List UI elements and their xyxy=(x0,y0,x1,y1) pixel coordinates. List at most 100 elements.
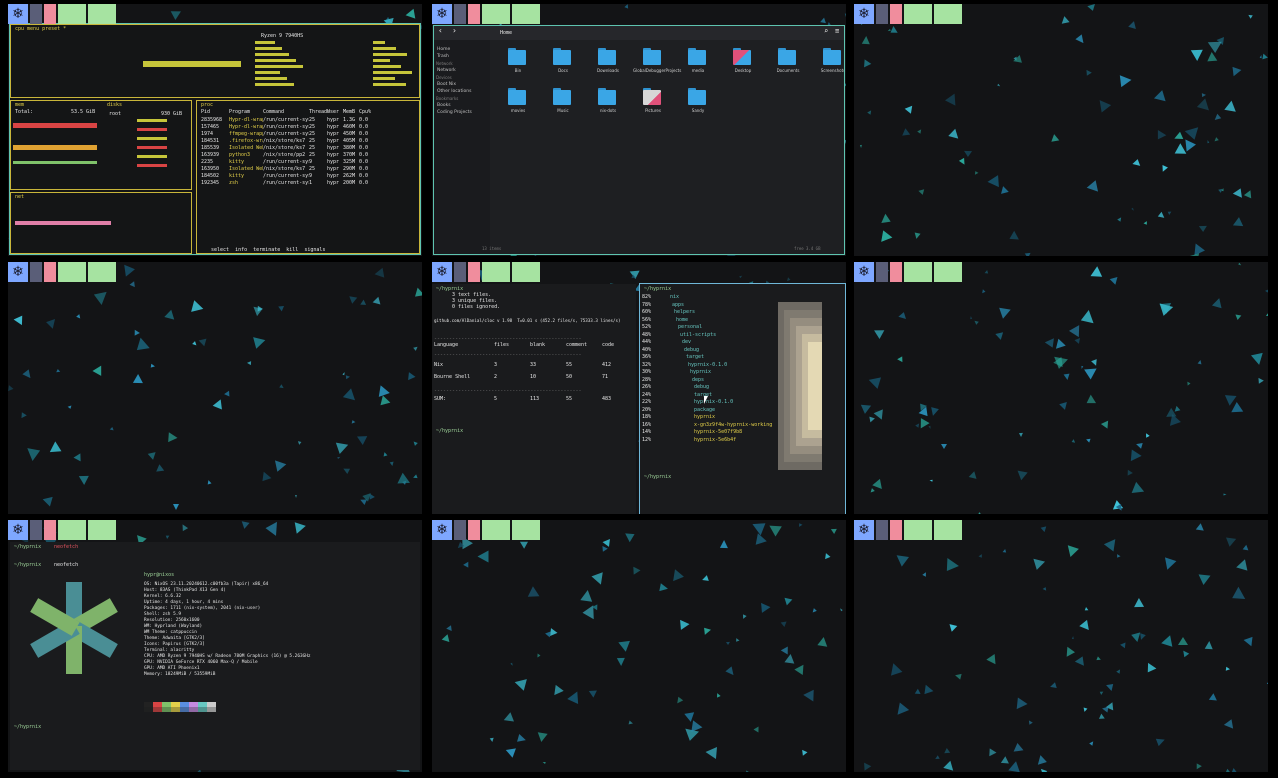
bar-module-3[interactable] xyxy=(482,4,510,24)
bar-module-1[interactable] xyxy=(454,262,466,282)
bar-module-2[interactable] xyxy=(44,4,56,24)
bar-module-1[interactable] xyxy=(30,4,42,24)
workspace-8[interactable]: ❄ xyxy=(432,520,846,772)
folder-icon[interactable] xyxy=(553,48,571,66)
table-row[interactable]: 184531 .firefox-wrappe/nix/store/ks725 hyp… xyxy=(201,138,373,144)
folder-icon[interactable] xyxy=(508,88,526,106)
folder-icon[interactable] xyxy=(508,48,526,66)
workspace-2[interactable]: ❄ ‹ › Home ⌕ ≡ Home Trash Network Network Devices B… xyxy=(432,4,846,256)
folder-icon[interactable] xyxy=(823,48,841,66)
nix-snowflake-icon[interactable]: ❄ xyxy=(8,262,28,282)
nix-snowflake-icon[interactable]: ❄ xyxy=(432,4,452,24)
bar-module-3[interactable] xyxy=(58,4,86,24)
folder-icon[interactable] xyxy=(643,88,661,106)
nix-snowflake-icon[interactable]: ❄ xyxy=(432,520,452,540)
bar-module-4[interactable] xyxy=(512,4,540,24)
bar-module-3[interactable] xyxy=(58,262,86,282)
sidebar-item[interactable]: Books xyxy=(434,102,490,109)
folder-icon[interactable] xyxy=(598,48,616,66)
workspace-1[interactable]: ❄ cpu menu preset * Ryzen 9 7940HS mem disks… xyxy=(8,4,422,256)
workspace-6[interactable]: ❄ xyxy=(854,262,1268,514)
bar-module-4[interactable] xyxy=(934,262,962,282)
folder-label[interactable]: movies xyxy=(498,108,538,114)
bar-module-4[interactable] xyxy=(512,262,540,282)
bar-module-4[interactable] xyxy=(88,4,116,24)
folder-label[interactable]: Screenshots xyxy=(813,68,844,74)
folder-label[interactable]: Sandy xyxy=(678,108,718,114)
path-title[interactable]: Home xyxy=(500,30,512,36)
bar-module-1[interactable] xyxy=(876,520,888,540)
menu-icon[interactable]: ≡ xyxy=(835,27,839,34)
table-row[interactable]: 2835968 Hypr-dl-wrappe/run/current-sys25 h… xyxy=(201,117,373,123)
table-row[interactable]: 185539 Isolated Web Co/nix/store/ks725 hyp… xyxy=(201,145,373,151)
tokei-terminal-window[interactable]: ~/hyprnix 3 text files. 3 unique files. 0 f… xyxy=(432,284,636,514)
bar-module-1[interactable] xyxy=(876,262,888,282)
folder-icon[interactable] xyxy=(688,88,706,106)
bar-module-2[interactable] xyxy=(890,520,902,540)
workspace-3[interactable]: ❄ xyxy=(854,4,1268,256)
folder-label[interactable]: Pictures xyxy=(633,108,673,114)
back-arrow-icon[interactable]: ‹ xyxy=(438,26,443,35)
table-row[interactable]: 157465 Hypr-dl-wrappe/run/current-sys25 hy… xyxy=(201,124,373,130)
workspace-7[interactable]: ❄ ~/hyprnix neofetch ~/hyprnix neofetch hypr@… xyxy=(8,520,422,772)
workspace-5[interactable]: ❄ ~/hyprnix 3 text files. 3 unique files. 0 … xyxy=(432,262,846,514)
bar-module-2[interactable] xyxy=(890,262,902,282)
folder-label[interactable]: Downloads xyxy=(588,68,628,74)
bar-module-4[interactable] xyxy=(512,520,540,540)
folder-icon[interactable] xyxy=(553,88,571,106)
sidebar-item[interactable]: Other locations xyxy=(434,88,490,95)
bar-module-2[interactable] xyxy=(468,4,480,24)
bar-module-1[interactable] xyxy=(876,4,888,24)
folder-label[interactable]: Docs xyxy=(543,68,583,74)
folder-label[interactable]: nix-dots xyxy=(588,108,628,114)
bar-module-3[interactable] xyxy=(904,4,932,24)
bar-module-4[interactable] xyxy=(934,4,962,24)
neofetch-terminal-window[interactable]: ~/hyprnix neofetch ~/hyprnix neofetch hypr@n… xyxy=(10,542,420,770)
table-row[interactable]: 192345 zsh/run/current-sys 1 hypr 200M 0.0 xyxy=(201,180,373,186)
bar-module-2[interactable] xyxy=(468,520,480,540)
table-row[interactable]: 184502 kitty/run/current-sys 9 hypr 262M 0.0 xyxy=(201,173,373,179)
tree-terminal-window[interactable]: ~/hyprnix nix 82% apps 78% helpers 60% home 56% p… xyxy=(639,283,846,514)
search-icon[interactable]: ⌕ xyxy=(824,27,828,34)
sidebar-item[interactable]: Home xyxy=(434,46,490,53)
folder-label[interactable]: media xyxy=(678,68,718,74)
bar-module-4[interactable] xyxy=(934,520,962,540)
bar-module-1[interactable] xyxy=(454,520,466,540)
nix-snowflake-icon[interactable]: ❄ xyxy=(854,262,874,282)
forward-arrow-icon[interactable]: › xyxy=(452,26,457,35)
table-row[interactable]: 163939 python3/nix/store/pp2 25 hypr 370M 0.0 xyxy=(201,152,373,158)
bar-module-1[interactable] xyxy=(30,520,42,540)
bar-module-2[interactable] xyxy=(44,520,56,540)
sidebar-item[interactable]: Coding Projects xyxy=(434,109,490,116)
bar-module-2[interactable] xyxy=(44,262,56,282)
table-row[interactable]: 2235 kitty/run/current-sys 9 hypr 325M 0.0 xyxy=(201,159,373,165)
folder-icon[interactable] xyxy=(778,48,796,66)
nix-snowflake-icon[interactable]: ❄ xyxy=(8,520,28,540)
btop-window[interactable]: cpu menu preset * Ryzen 9 7940HS mem disks T… xyxy=(9,23,421,255)
bar-module-3[interactable] xyxy=(904,520,932,540)
sidebar-item[interactable]: Network xyxy=(434,67,490,74)
folder-icon[interactable] xyxy=(643,48,661,66)
bar-module-1[interactable] xyxy=(454,4,466,24)
bar-module-3[interactable] xyxy=(58,520,86,540)
bar-module-4[interactable] xyxy=(88,262,116,282)
nix-snowflake-icon[interactable]: ❄ xyxy=(854,4,874,24)
bar-module-3[interactable] xyxy=(482,520,510,540)
nix-snowflake-icon[interactable]: ❄ xyxy=(854,520,874,540)
nix-snowflake-icon[interactable]: ❄ xyxy=(432,262,452,282)
table-row[interactable]: 163950 Isolated Web Co/nix/store/ks725 hyp… xyxy=(201,166,373,172)
folder-icon[interactable] xyxy=(598,88,616,106)
folder-label[interactable]: Bin xyxy=(498,68,538,74)
folder-label[interactable]: Desktop xyxy=(723,68,763,74)
bar-module-4[interactable] xyxy=(88,520,116,540)
bar-module-2[interactable] xyxy=(468,262,480,282)
file-manager-window[interactable]: ‹ › Home ⌕ ≡ Home Trash Network Network Devices Bo… xyxy=(433,25,845,255)
folder-icon[interactable] xyxy=(733,48,751,66)
bar-module-3[interactable] xyxy=(904,262,932,282)
bar-module-3[interactable] xyxy=(482,262,510,282)
folder-label[interactable]: Music xyxy=(543,108,583,114)
nix-snowflake-icon[interactable]: ❄ xyxy=(8,4,28,24)
table-row[interactable]: 1974 ffmpeg-wrapper/run/current-sys25 hypr… xyxy=(201,131,373,137)
bar-module-1[interactable] xyxy=(30,262,42,282)
bar-module-2[interactable] xyxy=(890,4,902,24)
